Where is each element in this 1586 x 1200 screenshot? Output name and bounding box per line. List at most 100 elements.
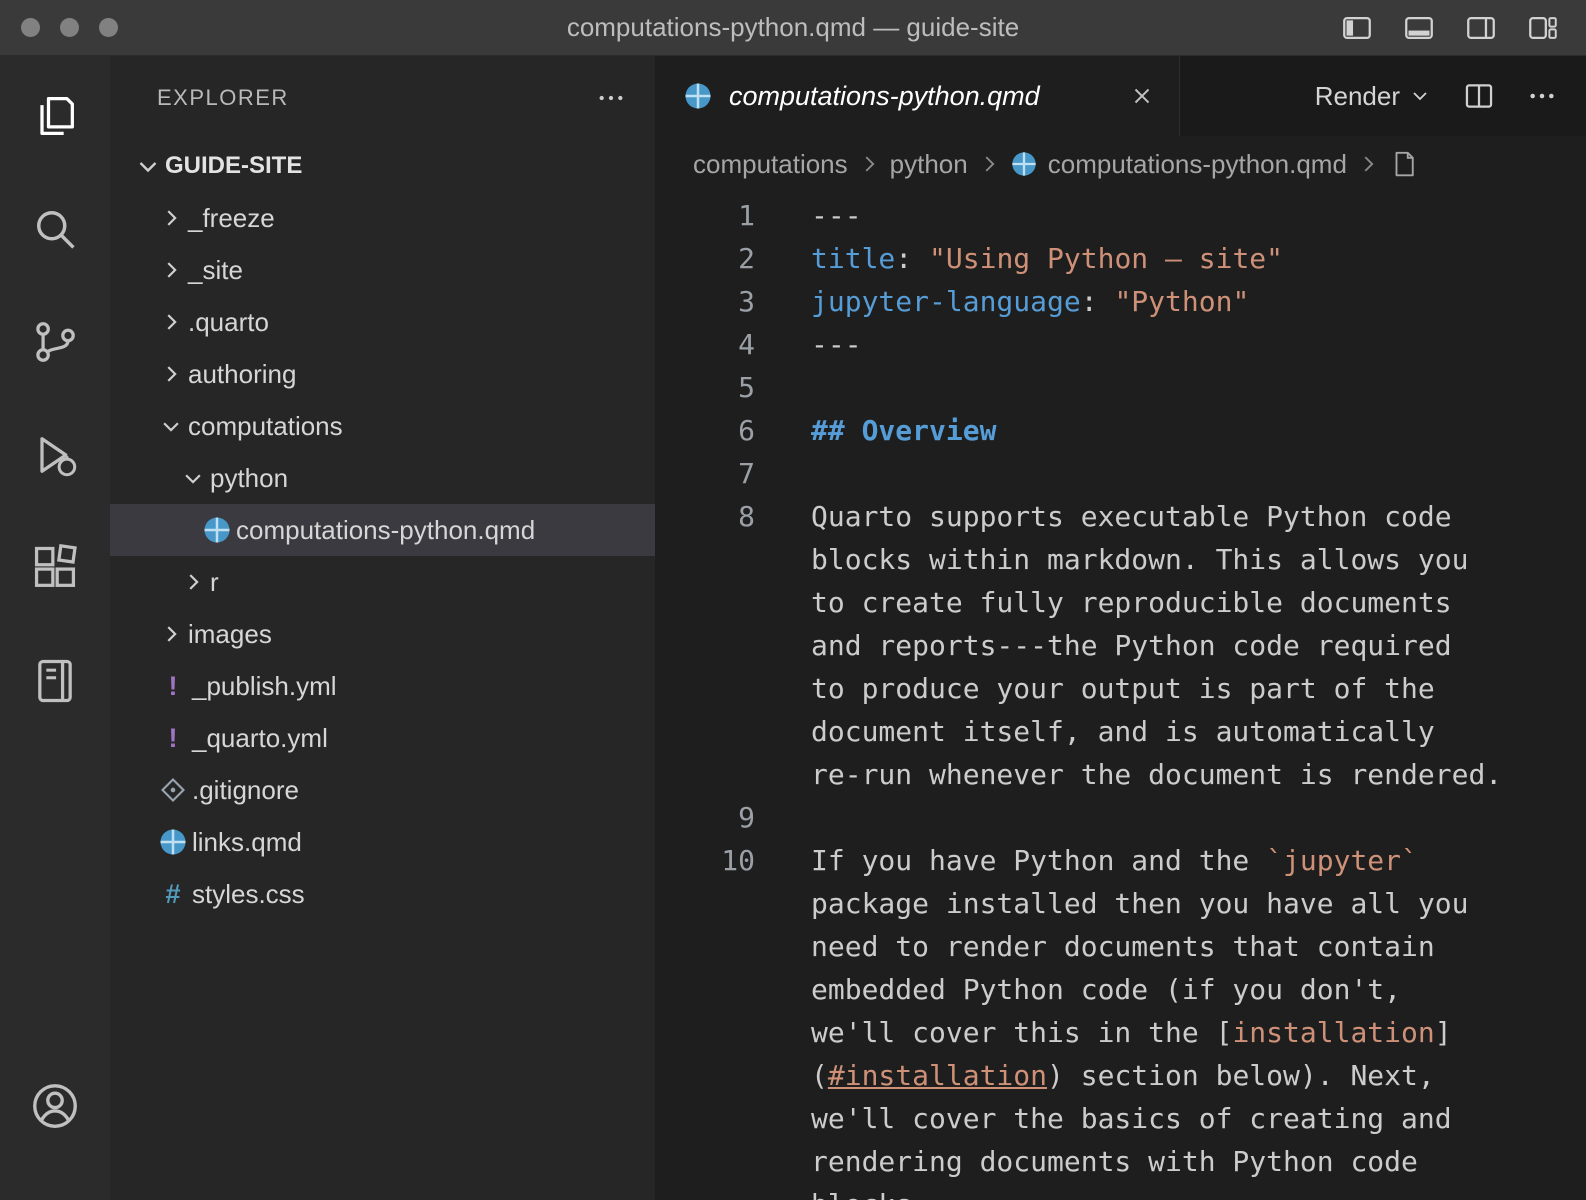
activitybar-explorer[interactable] — [23, 84, 87, 148]
chevron-down-icon — [131, 154, 165, 178]
activitybar-search[interactable] — [23, 197, 87, 261]
code-line-8: 8 Quarto supports executable Python code… — [655, 495, 1586, 796]
git-icon — [154, 776, 192, 804]
tree-item-freeze[interactable]: _freeze — [110, 192, 655, 244]
tree-item-authoring[interactable]: authoring — [110, 348, 655, 400]
line-number: 1 — [655, 194, 755, 237]
css-icon: # — [154, 879, 192, 910]
tree-item-publish-yml[interactable]: ! _publish.yml — [110, 660, 655, 712]
line-number: 2 — [655, 237, 755, 280]
extensions-icon — [29, 542, 81, 594]
run-debug-icon — [29, 429, 81, 481]
minimize-button[interactable] — [60, 18, 79, 37]
files-icon — [29, 90, 81, 142]
yaml-icon: ! — [154, 671, 192, 702]
layout-panel-icon — [1402, 11, 1436, 45]
layout-sidebar-right-icon — [1464, 11, 1498, 45]
line-number: 8 — [655, 495, 755, 538]
tab-label: computations-python.qmd — [729, 81, 1040, 112]
tree-item-computations-python-qmd[interactable]: computations-python.qmd — [110, 504, 655, 556]
customize-layout-button[interactable] — [1524, 9, 1562, 47]
quarto-icon — [154, 827, 192, 857]
chevron-right-icon — [858, 153, 880, 175]
chevron-right-icon — [154, 207, 188, 229]
split-editor-button[interactable] — [1462, 79, 1496, 113]
account-icon — [28, 1079, 82, 1133]
code-line-6: 6 ## Overview — [655, 409, 1586, 452]
line-number: 4 — [655, 323, 755, 366]
tree-item-styles-css[interactable]: # styles.css — [110, 868, 655, 920]
tree-root-guide-site[interactable]: GUIDE-SITE — [110, 140, 655, 192]
line-number: 10 — [655, 839, 755, 882]
editor-actions: Render — [1315, 56, 1586, 136]
explorer-header: EXPLORER — [110, 56, 655, 140]
code-editor[interactable]: 1 --- 2 title: "Using Python — site" 3 j… — [655, 192, 1586, 1200]
titlebar: computations-python.qmd — guide-site — [0, 0, 1586, 56]
breadcrumb-file[interactable]: computations-python.qmd — [1048, 149, 1347, 180]
layout-sidebar-left-icon — [1340, 11, 1374, 45]
yaml-icon: ! — [154, 723, 192, 754]
notebook-icon — [29, 655, 81, 707]
chevron-down-icon — [176, 467, 210, 489]
activitybar-source-control[interactable] — [23, 310, 87, 374]
breadcrumb-computations[interactable]: computations — [693, 149, 848, 180]
line-number: 6 — [655, 409, 755, 452]
code-line-7: 7 — [655, 452, 1586, 495]
activity-bar — [0, 56, 110, 1200]
line-number: 7 — [655, 452, 755, 495]
toggle-secondary-sidebar-button[interactable] — [1462, 9, 1500, 47]
tab-computations-python-qmd[interactable]: computations-python.qmd — [655, 56, 1180, 136]
chevron-right-icon — [978, 153, 1000, 175]
tree-item-python[interactable]: python — [110, 452, 655, 504]
code-line-4: 4 --- — [655, 323, 1586, 366]
chevron-right-icon — [1357, 153, 1379, 175]
chevron-right-icon — [176, 571, 210, 593]
tree-item-images[interactable]: images — [110, 608, 655, 660]
tree-item-computations[interactable]: computations — [110, 400, 655, 452]
tab-close-button[interactable] — [1129, 83, 1155, 109]
toggle-primary-sidebar-button[interactable] — [1338, 9, 1376, 47]
explorer-more-actions-button[interactable] — [595, 82, 627, 114]
more-actions-icon — [1526, 80, 1558, 112]
tree-item-links-qmd[interactable]: links.qmd — [110, 816, 655, 868]
tree-item-quarto-yml[interactable]: ! _quarto.yml — [110, 712, 655, 764]
chevron-right-icon — [154, 623, 188, 645]
outline-section-header[interactable]: OUTLINE — [110, 1185, 655, 1200]
breadcrumb-python[interactable]: python — [890, 149, 968, 180]
close-button[interactable] — [21, 18, 40, 37]
explorer-sidebar: EXPLORER GUIDE-SITE _freeze _site .quart… — [110, 56, 655, 1200]
code-line-10: 10 If you have Python and the `jupyter` … — [655, 839, 1586, 1200]
chevron-right-icon — [154, 259, 188, 281]
vscode-window: computations-python.qmd — guide-site — [0, 0, 1586, 1200]
tree-item-gitignore[interactable]: .gitignore — [110, 764, 655, 816]
editor-group: computations-python.qmd Render — [655, 56, 1586, 1200]
code-line-2: 2 title: "Using Python — site" — [655, 237, 1586, 280]
tree-item-quarto-folder[interactable]: .quarto — [110, 296, 655, 348]
chevron-down-icon — [154, 415, 188, 437]
split-editor-icon — [1462, 79, 1496, 113]
activitybar-run-debug[interactable] — [23, 423, 87, 487]
tree-item-site[interactable]: _site — [110, 244, 655, 296]
quarto-icon — [1010, 150, 1038, 178]
chevron-down-icon — [1408, 84, 1432, 108]
source-control-icon — [29, 316, 81, 368]
zoom-button[interactable] — [99, 18, 118, 37]
breadcrumb: computations python computations-python.… — [655, 136, 1586, 192]
activitybar-extensions[interactable] — [23, 536, 87, 600]
code-line-5: 5 — [655, 366, 1586, 409]
tree-item-r[interactable]: r — [110, 556, 655, 608]
render-label: Render — [1315, 81, 1400, 112]
render-button[interactable]: Render — [1315, 81, 1432, 112]
quarto-icon — [198, 515, 236, 545]
activitybar-notebook[interactable] — [23, 649, 87, 713]
code-line-1: 1 --- — [655, 194, 1586, 237]
close-icon — [1129, 83, 1155, 109]
quarto-icon — [683, 81, 713, 111]
tree-root-label: GUIDE-SITE — [165, 152, 302, 180]
line-number: 9 — [655, 796, 755, 839]
traffic-lights — [0, 18, 118, 37]
tab-bar: computations-python.qmd Render — [655, 56, 1586, 136]
editor-more-actions-button[interactable] — [1526, 80, 1558, 112]
toggle-panel-button[interactable] — [1400, 9, 1438, 47]
activitybar-account[interactable] — [23, 1074, 87, 1138]
